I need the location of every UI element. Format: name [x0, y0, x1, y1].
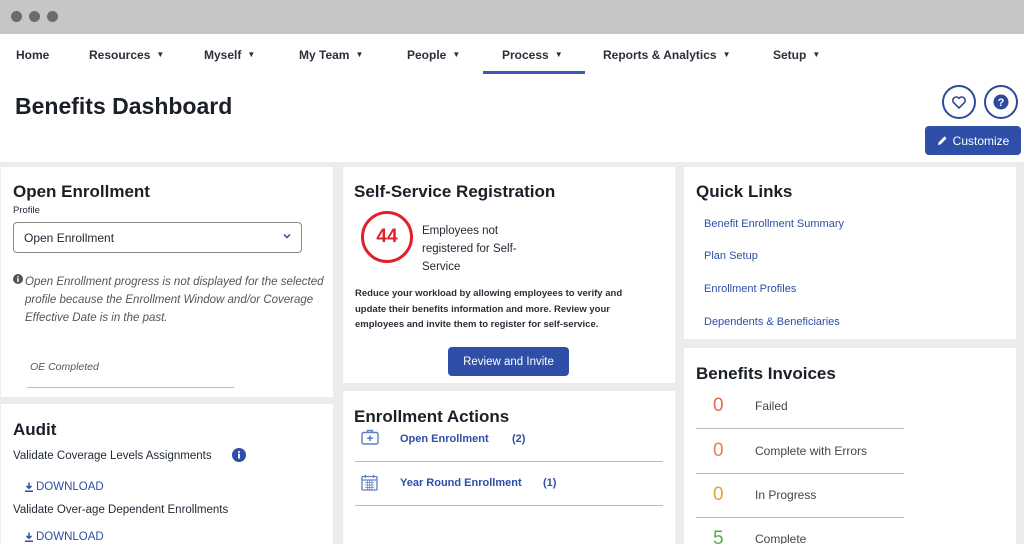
- nav-item-label: Reports & Analytics: [603, 48, 717, 62]
- favorite-button[interactable]: [942, 85, 976, 119]
- open-enrollment-card: Open Enrollment Profile Open Enrollment …: [1, 167, 333, 397]
- invoice-count-failed: 0: [713, 395, 724, 416]
- nav-item-people[interactable]: People ▼: [407, 48, 460, 62]
- invoice-status-complete[interactable]: Complete: [755, 532, 806, 544]
- nav-item-setup[interactable]: Setup ▼: [773, 48, 820, 62]
- nav-item-label: My Team: [299, 48, 350, 62]
- download-icon: [25, 482, 33, 492]
- profile-label: Profile: [13, 205, 40, 216]
- nav-item-home[interactable]: Home: [16, 48, 49, 62]
- nav-item-label: Home: [16, 48, 50, 62]
- oe-progress-track: [27, 387, 234, 388]
- self-service-title: Self-Service Registration: [354, 182, 556, 201]
- divider: [696, 428, 904, 429]
- benefits-invoices-title: Benefits Invoices: [696, 364, 836, 383]
- enrollment-action-count: (1): [543, 477, 557, 489]
- download-link[interactable]: DOWNLOAD: [24, 531, 104, 543]
- svg-text:?: ?: [998, 97, 1005, 109]
- nav-item-resources[interactable]: Resources ▼: [89, 48, 164, 62]
- help-button[interactable]: ?: [984, 85, 1018, 119]
- enrollment-actions-card: Enrollment Actions: [343, 391, 675, 544]
- caret-down-icon: ▼: [156, 50, 165, 59]
- enrollment-action-open-enrollment[interactable]: Open Enrollment: [400, 433, 489, 445]
- nav-item-label: Setup: [773, 48, 807, 62]
- caret-down-icon: ▼: [355, 50, 364, 59]
- quick-links-title: Quick Links: [696, 182, 793, 201]
- window-maximize-dot[interactable]: [47, 11, 58, 22]
- open-enrollment-note-text: Open Enrollment progress is not displaye…: [25, 276, 324, 324]
- heart-icon: [952, 95, 966, 109]
- oe-completed-label: OE Completed: [30, 361, 99, 373]
- caret-down-icon: ▼: [452, 50, 461, 59]
- unregistered-count-badge: 44: [361, 211, 413, 263]
- download-icon: [25, 532, 33, 542]
- enrollment-action-count: (2): [512, 433, 526, 445]
- download-label: DOWNLOAD: [36, 531, 104, 543]
- invoice-status-in-progress[interactable]: In Progress: [755, 488, 816, 502]
- customize-button[interactable]: Customize: [925, 126, 1021, 155]
- nav-item-myself[interactable]: Myself ▼: [204, 48, 255, 62]
- divider: [696, 517, 904, 518]
- nav-active-indicator: [483, 71, 585, 74]
- download-link[interactable]: DOWNLOAD: [24, 481, 104, 493]
- audit-item-label: Validate Over-age Dependent Enrollments: [13, 504, 229, 516]
- enrollment-action-year-round[interactable]: Year Round Enrollment: [400, 477, 522, 489]
- profile-select-value: Open Enrollment: [24, 231, 115, 245]
- nav-item-label: Myself: [204, 48, 242, 62]
- invoice-count-complete-errors: 0: [713, 440, 724, 461]
- quick-link-benefit-enrollment-summary[interactable]: Benefit Enrollment Summary: [704, 218, 844, 230]
- enrollment-actions-title: Enrollment Actions: [354, 407, 510, 426]
- invoice-count-complete: 5: [713, 528, 724, 544]
- self-service-description: Reduce your workload by allowing employe…: [355, 288, 623, 330]
- open-enrollment-title: Open Enrollment: [13, 182, 150, 201]
- profile-select[interactable]: Open Enrollment: [13, 222, 302, 253]
- page-header: Benefits Dashboard ? Customize: [0, 76, 1024, 162]
- nav-item-label: People: [407, 48, 447, 62]
- download-label: DOWNLOAD: [36, 481, 104, 493]
- caret-down-icon: ▼: [722, 50, 731, 59]
- divider: [355, 461, 663, 462]
- nav-item-label: Process: [502, 48, 549, 62]
- audit-title: Audit: [13, 420, 57, 439]
- page-title: Benefits Dashboard: [15, 93, 233, 119]
- caret-down-icon: ▼: [247, 50, 256, 59]
- audit-item-label: Validate Coverage Levels Assignments: [13, 450, 212, 462]
- quick-link-enrollment-profiles[interactable]: Enrollment Profiles: [704, 283, 796, 295]
- window-minimize-dot[interactable]: [29, 11, 40, 22]
- unregistered-count-label: Employees not registered for Self-Servic…: [422, 225, 517, 273]
- quick-link-plan-setup[interactable]: Plan Setup: [704, 250, 758, 262]
- divider: [696, 473, 904, 474]
- nav-item-process[interactable]: Process ▼: [502, 48, 563, 62]
- nav-item-reports-analytics[interactable]: Reports & Analytics ▼: [603, 48, 731, 62]
- invoice-status-complete-errors[interactable]: Complete with Errors: [755, 444, 867, 458]
- window-titlebar: [0, 0, 1024, 34]
- help-icon: ?: [993, 94, 1009, 110]
- audit-card: Audit Validate Coverage Levels Assignmen…: [1, 404, 333, 544]
- pencil-icon: [937, 136, 947, 145]
- chevron-down-icon: [283, 233, 291, 239]
- nav-item-label: Resources: [89, 48, 151, 62]
- top-nav: Home Resources ▼ Myself ▼ My Team ▼ People ▼…: [0, 34, 1024, 76]
- open-enrollment-note: Open Enrollment progress is not displaye…: [13, 273, 325, 327]
- customize-label: Customize: [952, 133, 1010, 148]
- caret-down-icon: ▼: [554, 50, 563, 59]
- nav-item-my-team[interactable]: My Team ▼: [299, 48, 363, 62]
- review-and-invite-button[interactable]: Review and Invite: [448, 347, 569, 376]
- calendar-icon: [361, 474, 378, 491]
- caret-down-icon: ▼: [812, 50, 821, 59]
- info-icon[interactable]: [232, 448, 246, 462]
- quick-link-dependents-beneficiaries[interactable]: Dependents & Beneficiaries: [704, 316, 840, 328]
- info-icon: [13, 274, 23, 284]
- divider: [355, 505, 663, 506]
- invoice-count-in-progress: 0: [713, 484, 724, 505]
- medical-kit-icon: [361, 429, 379, 445]
- window-close-dot[interactable]: [11, 11, 22, 22]
- invoice-status-failed[interactable]: Failed: [755, 399, 788, 413]
